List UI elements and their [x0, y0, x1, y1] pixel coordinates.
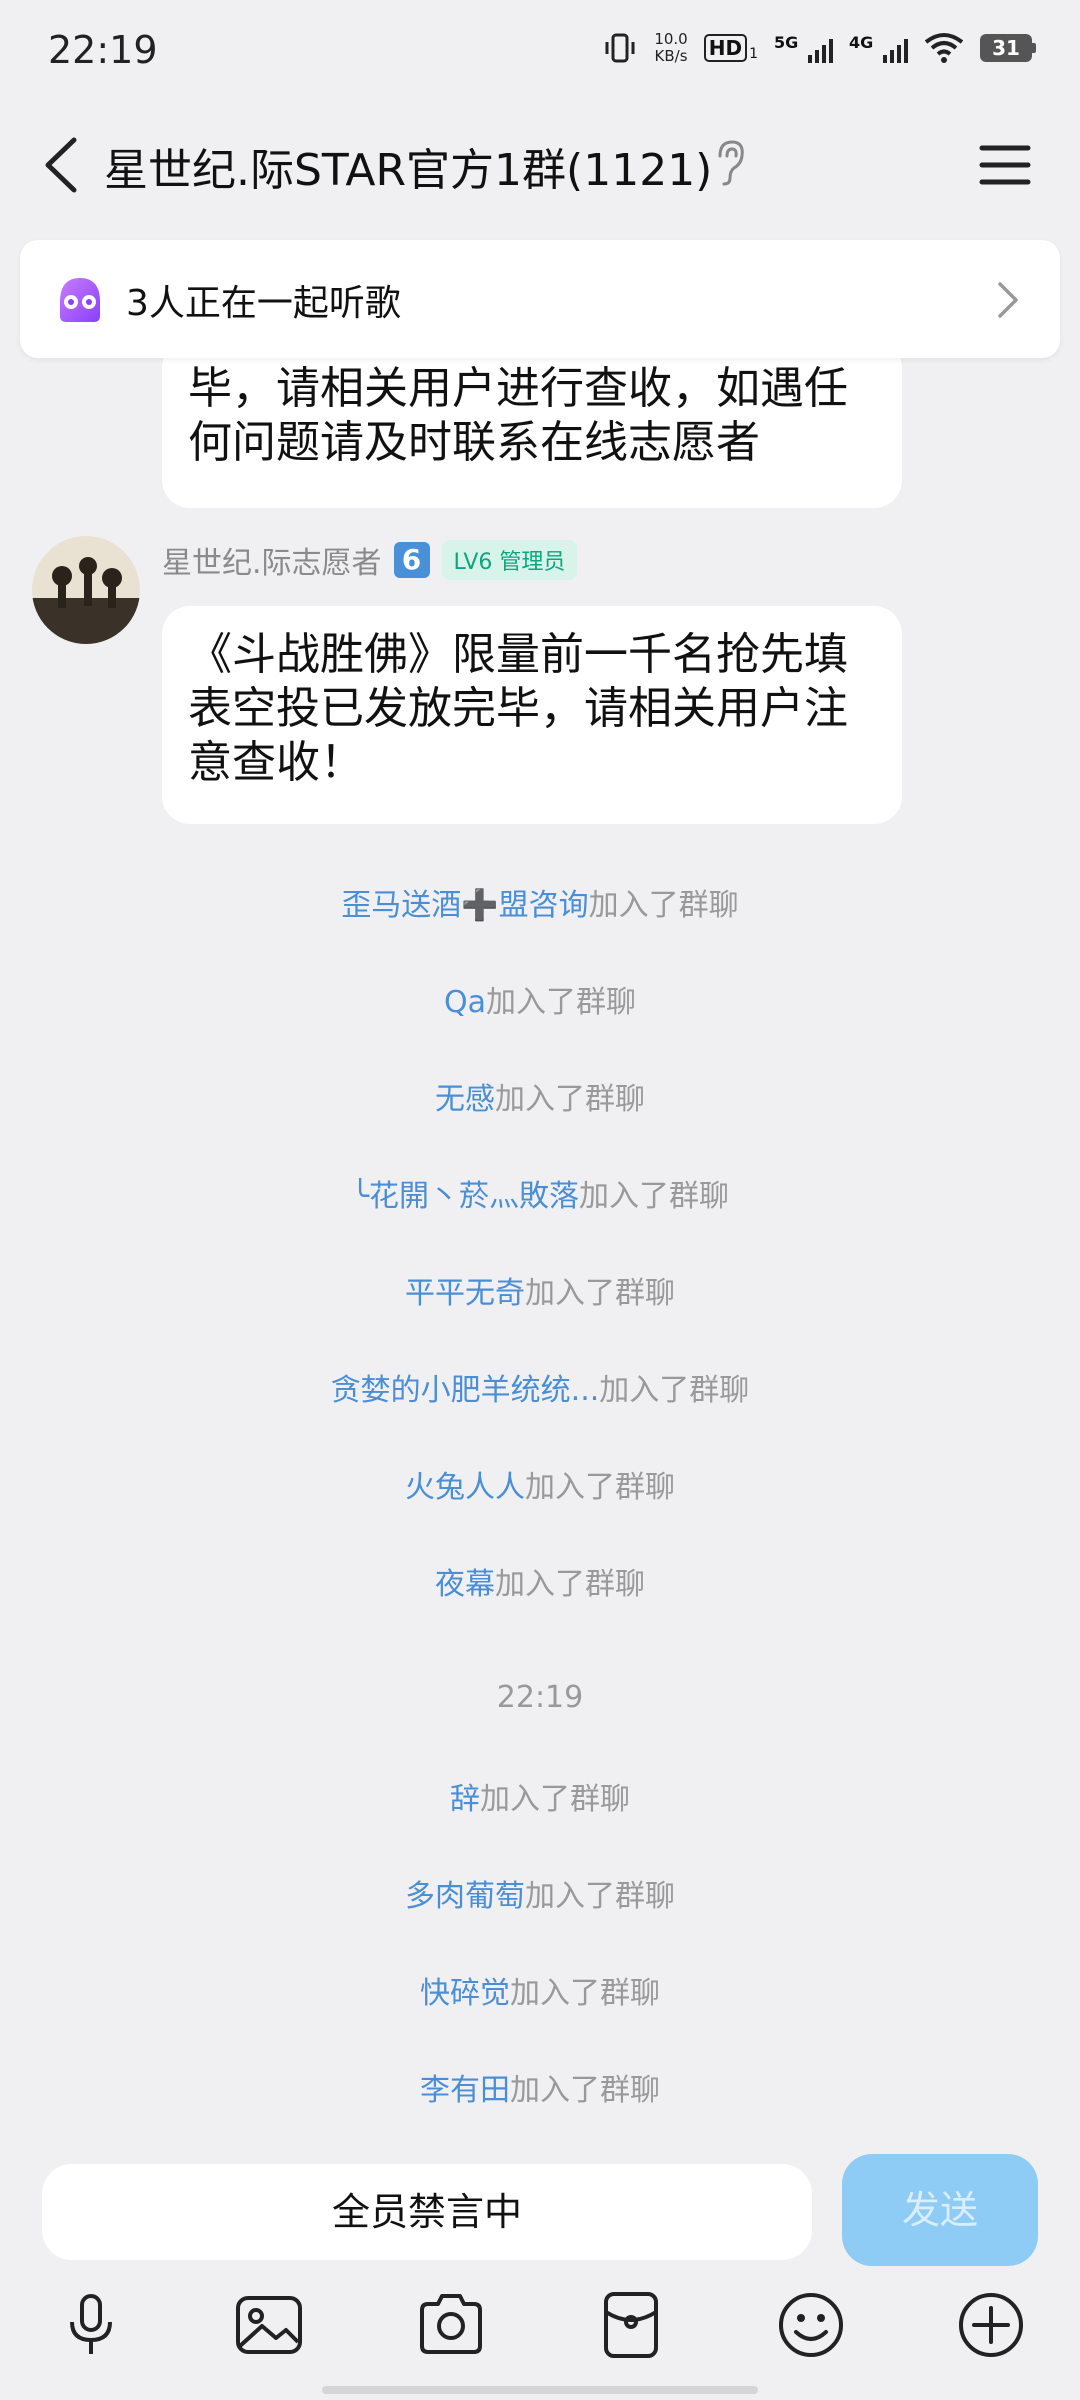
listen-together-text: 3人正在一起听歌 [126, 283, 401, 324]
microphone-icon[interactable] [54, 2288, 128, 2362]
member-nickname[interactable]: 贪婪的小肥羊统统... [331, 1373, 600, 1408]
input-toolbar [0, 2280, 1080, 2380]
message-text-line: 毕，请相关用户进行查收，如遇任 [188, 363, 848, 414]
status-time: 22:19 [48, 28, 158, 72]
member-nickname[interactable]: ╰花開丶菸灬敗落 [351, 1179, 579, 1214]
send-button[interactable]: 发送 [842, 2154, 1038, 2266]
system-message: 快碎觉加入了群聊 [0, 1968, 1080, 2012]
member-nickname[interactable]: 平平无奇 [405, 1276, 525, 1311]
signal-4g-label: 4G [849, 33, 874, 52]
join-text: 加入了群聊 [486, 985, 636, 1020]
battery-icon: 31 [980, 34, 1036, 62]
sender-info: 星世纪.际志愿者 6 LV6 管理员 [162, 538, 578, 582]
home-indicator[interactable] [322, 2386, 758, 2394]
signal-4g-icon: 4G [849, 33, 908, 63]
system-message: 平平无奇加入了群聊 [0, 1268, 1080, 1312]
chevron-right-icon [998, 282, 1018, 318]
hd-badge: HD [703, 34, 748, 62]
signal-5g-label: 5G [774, 33, 799, 52]
wifi-icon [924, 33, 964, 63]
net-speed: 10.0 KB/s [654, 31, 687, 65]
system-message: 辞加入了群聊 [0, 1774, 1080, 1818]
member-nickname[interactable]: 火兔人人 [405, 1470, 525, 1505]
chat-header: 星世纪.际STAR官方1群(1121) [0, 110, 1080, 220]
listen-together-icon [60, 278, 100, 322]
menu-icon[interactable] [976, 134, 1034, 196]
member-nickname[interactable]: 夜幕 [435, 1567, 495, 1602]
member-nickname[interactable]: 多肉葡萄 [405, 1879, 525, 1914]
message-timestamp: 22:19 [496, 1680, 584, 1715]
join-text: 加入了群聊 [525, 1470, 675, 1505]
message-text-line: 何问题请及时联系在线志愿者 [188, 417, 760, 468]
ear-icon[interactable] [712, 138, 748, 188]
message-text-line: 意查收！ [188, 737, 364, 788]
system-message: Qa加入了群聊 [0, 977, 1080, 1021]
level-badge: LV6 管理员 [441, 540, 578, 580]
join-text: 加入了群聊 [495, 1567, 645, 1602]
message-text-line: 表空投已发放完毕，请相关用户注 [188, 683, 848, 734]
member-nickname[interactable]: 无感 [435, 1082, 495, 1117]
message-text-line: 《斗战胜佛》限量前一千名抢先填 [188, 629, 848, 680]
net-speed-unit: KB/s [654, 47, 688, 65]
sender-name[interactable]: 星世纪.际志愿者 [162, 538, 382, 582]
join-text: 加入了群聊 [510, 1976, 660, 2011]
hd-sub: 1 [749, 46, 758, 62]
signal-5g-icon: 5G [774, 33, 833, 63]
message-input[interactable]: 全员禁言中 [42, 2164, 812, 2260]
join-text: 加入了群聊 [599, 1373, 750, 1408]
message-bubble[interactable]: 《斗战胜佛》限量前一千名抢先填 表空投已发放完毕，请相关用户注 意查收！ [162, 606, 902, 824]
system-message: 无感加入了群聊 [0, 1074, 1080, 1118]
message-bubble[interactable]: 毕，请相关用户进行查收，如遇任 何问题请及时联系在线志愿者 [162, 340, 902, 508]
plus-icon[interactable] [954, 2288, 1028, 2362]
chat-screen: 22:19 10.0 KB/s HD 1 5G 4G 31 星世纪.际STAR官… [0, 0, 1080, 2400]
member-nickname[interactable]: 快碎觉 [420, 1976, 510, 2011]
net-speed-value: 10.0 [654, 30, 688, 48]
system-message: 多肉葡萄加入了群聊 [0, 1871, 1080, 1915]
hd-indicator: HD 1 [703, 34, 758, 62]
system-message: 夜幕加入了群聊 [0, 1559, 1080, 1603]
join-text: 加入了群聊 [579, 1179, 730, 1214]
sender-number-emoji: 6 [393, 542, 430, 578]
system-message: 李有田加入了群聊 [0, 2065, 1080, 2109]
red-packet-icon[interactable] [594, 2288, 668, 2362]
battery-level: 31 [980, 34, 1032, 62]
vibrate-icon [605, 33, 635, 63]
system-message: 歪马送酒➕盟咨询加入了群聊 [0, 880, 1080, 924]
member-nickname[interactable]: 李有田 [420, 2073, 510, 2108]
back-arrow-icon[interactable] [38, 132, 98, 198]
avatar[interactable] [32, 536, 140, 644]
status-bar: 22:19 10.0 KB/s HD 1 5G 4G 31 [0, 0, 1080, 110]
join-text: 加入了群聊 [480, 1782, 630, 1817]
join-text: 加入了群聊 [525, 1879, 675, 1914]
system-message: ╰花開丶菸灬敗落加入了群聊 [0, 1171, 1080, 1215]
system-message: 火兔人人加入了群聊 [0, 1462, 1080, 1506]
join-text: 加入了群聊 [495, 1082, 645, 1117]
join-text: 加入了群聊 [510, 2073, 660, 2108]
member-nickname[interactable]: 辞 [450, 1782, 480, 1817]
status-icons: 10.0 KB/s HD 1 5G 4G 31 [602, 30, 1036, 66]
group-title[interactable]: 星世纪.际STAR官方1群(1121) [104, 134, 712, 198]
member-nickname[interactable]: 歪马送酒➕盟咨询 [341, 888, 588, 923]
listen-together-banner[interactable]: 3人正在一起听歌 [20, 240, 1060, 358]
system-message: 贪婪的小肥羊统统...加入了群聊 [0, 1365, 1080, 1409]
join-text: 加入了群聊 [588, 888, 739, 923]
join-text: 加入了群聊 [525, 1276, 675, 1311]
member-nickname[interactable]: Qa [444, 985, 486, 1020]
input-bar: 全员禁言中 发送 [0, 2140, 1080, 2280]
camera-icon[interactable] [414, 2288, 488, 2362]
emoji-icon[interactable] [774, 2288, 848, 2362]
message-list[interactable]: 毕，请相关用户进行查收，如遇任 何问题请及时联系在线志愿者 星世纪.际志愿者 6… [0, 220, 1080, 2140]
image-icon[interactable] [232, 2288, 306, 2362]
